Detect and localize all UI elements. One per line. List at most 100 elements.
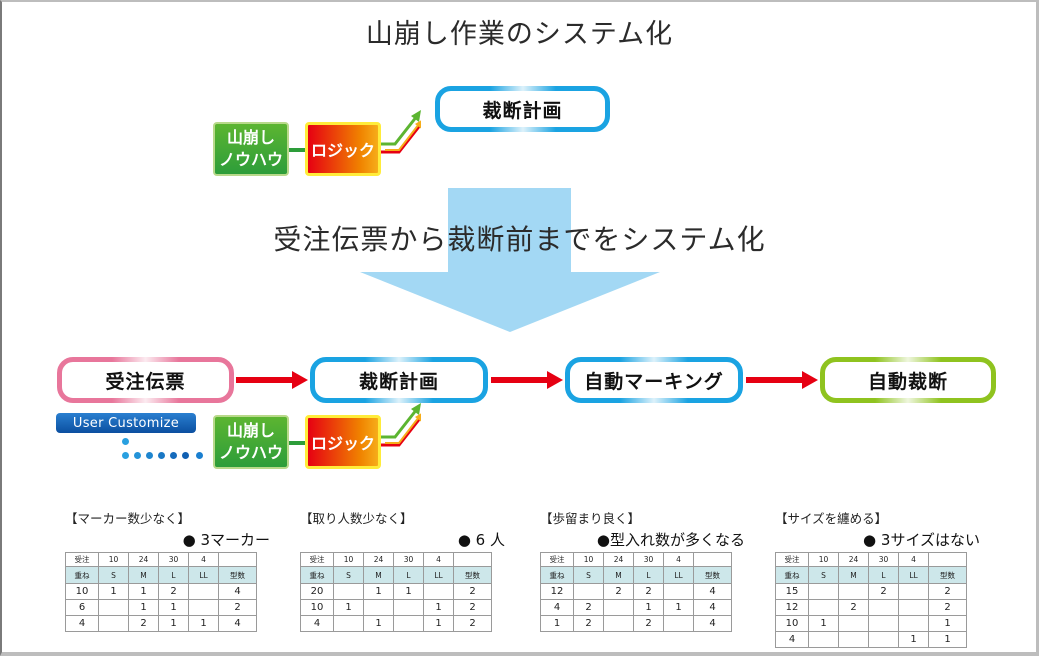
table-cell: 2 [453,583,492,600]
bottom-knowhow-box: 山崩し ノウハウ [213,415,289,469]
table-cell [363,599,394,616]
table-cell: 1 [808,615,839,632]
table-cell [693,552,732,567]
table-heading: 【取り人数少なく】 [300,511,413,526]
table-note: ● 3マーカー [182,531,270,549]
table-cell: 10 [573,552,604,567]
table-cell: 10 [775,615,809,632]
table-cell [838,631,869,648]
table-cell: 重ね [65,566,99,584]
table-cell: 型数 [453,566,492,584]
table-cell: 1 [128,583,159,600]
table-cell [188,583,219,600]
table-cell: 1 [158,599,189,616]
table-cell: 4 [218,583,257,600]
table-cell: 2 [928,583,967,600]
table-heading: 【サイズを纏める】 [775,511,888,526]
table-cell [663,615,694,632]
top-knowhow-label-1: 山崩し [226,128,275,147]
size-header-row: 重ね S M L LL 型数 [65,566,257,584]
order-quantity-row: 受注 10 24 30 4 [540,552,732,567]
table-cell: 1 [898,631,929,648]
table-cell: 4 [663,552,694,567]
table-row: 12 2 2 [775,599,967,616]
table-cell [333,615,364,632]
table-row: 15 2 2 [775,583,967,600]
flow-arrow-icon [746,371,818,389]
table-cell [98,615,129,632]
table-cell: 2 [128,615,159,632]
table-cell: 24 [603,552,634,567]
table-cell: 1 [158,615,189,632]
flow-arrow-icon [236,371,308,389]
table-cell: 4 [540,599,574,616]
table-cell: 2 [158,583,189,600]
table-row: 12 2 2 4 [540,583,732,600]
table-cell: 24 [363,552,394,567]
table-cell [898,583,929,600]
table-cell: 4 [423,552,454,567]
dot-icon [122,452,129,459]
top-cutting-plan-label: 裁断計画 [482,99,563,122]
table-cell: 30 [633,552,664,567]
table-cell: S [808,566,839,584]
table-cell: 重ね [540,566,574,584]
table-cell: 2 [573,615,604,632]
dot-icon [122,438,129,445]
table-cell: M [128,566,159,584]
table-cell: 受注 [540,552,574,567]
table-cell: 4 [693,615,732,632]
bottom-logic-box: ロジック [305,415,381,469]
table-cell: 10 [300,599,334,616]
table-cell: 4 [300,615,334,632]
diagram-subtitle: 受注伝票から裁断前までをシステム化 [273,223,766,256]
table-row: 4112 [300,615,492,632]
user-customize-badge: User Customize [56,413,196,433]
table-row: 20 1 1 2 [300,583,492,600]
bottom-knowhow-label-2: ノウハウ [218,443,283,462]
table-cell: 4 [693,583,732,600]
table-cell: 10 [333,552,364,567]
table-cell: L [633,566,664,584]
table-row: 10 1 1 [775,615,967,632]
flow-step-label: 受注伝票 [105,370,186,393]
table-row: 10 1 1 2 4 [65,583,257,600]
table-cell [423,583,454,600]
size-header-row: 重ね S M L LL 型数 [300,566,492,584]
flow-step-auto-marking: 自動マーキング [565,356,743,404]
table-row: 42114 [65,615,257,632]
flow-step-auto-cutting: 自動裁断 [820,356,996,404]
table-heading: 【歩留まり良く】 [540,511,641,526]
table-cell [573,583,604,600]
marker-table: 受注 10 24 30 4 重ね S M L LL 型数 15 2 2 12 2 2 10 1 1 4 1 1 [775,552,967,648]
dot-icon [170,452,177,459]
table-cell: S [333,566,364,584]
table-cell: 2 [928,599,967,616]
table-cell: 1 [633,599,664,616]
table-cell [808,599,839,616]
table-block-fewer-markers: 【マーカー数少なく】 ● 3マーカー 受注 10 24 30 4 重ね S M L LL 型数 10 1… [65,508,270,632]
table-heading: 【マーカー数少なく】 [65,511,191,526]
table-cell: 1 [393,583,424,600]
dot-icon [196,452,203,459]
table-cell: 12 [540,583,574,600]
table-cell: 1 [423,615,454,632]
table-cell: 4 [693,599,732,616]
flow-step-order-slip: 受注伝票 [57,356,234,404]
table-cell [663,583,694,600]
bottom-logic-label: ロジック [310,434,375,453]
table-block-fewer-workers: 【取り人数少なく】 ● 6 人 受注 10 24 30 4 重ね S M L LL 型数 20 1 1 2 1… [300,508,505,632]
table-cell [393,615,424,632]
table-cell: 24 [838,552,869,567]
table-cell [898,615,929,632]
table-cell: 1 [663,599,694,616]
table-cell [188,599,219,616]
table-cell: 10 [65,583,99,600]
table-cell: 1 [98,583,129,600]
table-cell [808,583,839,600]
table-cell [808,631,839,648]
table-cell: 受注 [775,552,809,567]
table-cell: S [98,566,129,584]
table-cell: 2 [573,599,604,616]
table-cell: 1 [363,583,394,600]
